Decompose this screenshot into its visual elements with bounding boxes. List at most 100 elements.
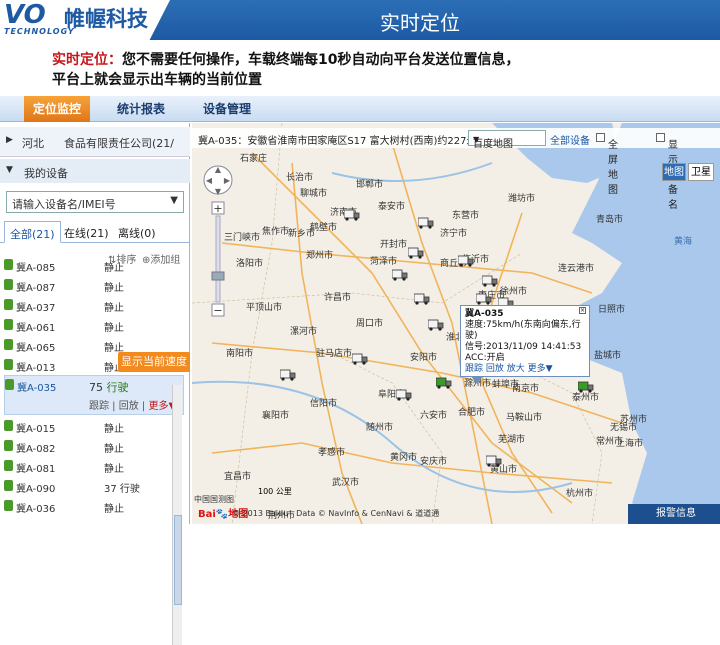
truck-marker-icon[interactable]: [481, 272, 498, 287]
map-provider-select[interactable]: 百度地图 ▼: [468, 130, 546, 150]
map-city-label: 邯郸市: [356, 180, 384, 190]
map-type-map[interactable]: 地图: [662, 163, 686, 181]
device-name: 冀A-036: [16, 504, 56, 515]
my-devices-header[interactable]: ▼ 我的设备: [0, 159, 190, 183]
device-search-input[interactable]: 请输入设备名/IMEI号 ▼: [6, 191, 184, 213]
all-devices-button[interactable]: 全部设备: [550, 132, 590, 147]
zoom-handle[interactable]: [211, 271, 225, 281]
fullscreen-toggle[interactable]: 全屏地图: [596, 132, 618, 196]
truck-marker-icon[interactable]: [407, 244, 424, 259]
zoom-slider[interactable]: [215, 215, 221, 303]
car-icon: [4, 420, 13, 431]
device-status: 静止: [104, 444, 124, 455]
truck-marker-icon[interactable]: [351, 350, 368, 365]
map-city-label: 东营市: [452, 211, 480, 221]
tab-online[interactable]: 在线(21): [64, 225, 109, 241]
truck-marker-icon[interactable]: [395, 386, 412, 401]
map-canvas[interactable]: [192, 123, 720, 524]
nav-tab-reports[interactable]: 统计报表: [108, 96, 174, 122]
map-type-satellite[interactable]: 卫星: [688, 163, 714, 181]
truck-marker-icon[interactable]: [457, 252, 474, 267]
device-status: 37 行驶: [104, 484, 140, 495]
collapse-arrow-icon[interactable]: ▼: [6, 165, 13, 175]
truck-marker-icon[interactable]: [343, 206, 360, 221]
tab-all[interactable]: 全部(21): [4, 221, 61, 243]
playback-link[interactable]: 回放: [119, 401, 139, 412]
device-row[interactable]: 冀A-081 静止: [4, 457, 184, 477]
nav-tab-monitor[interactable]: 定位监控: [24, 96, 90, 122]
device-name: 冀A-090: [16, 484, 56, 495]
map-city-label: 黄冈市: [390, 453, 418, 463]
device-row[interactable]: 冀A-087 静止: [4, 276, 184, 296]
car-icon: [4, 500, 13, 511]
truck-marker-icon[interactable]: [417, 214, 434, 229]
tab-offline[interactable]: 离线(0): [118, 225, 156, 241]
description-line1: 您不需要任何操作，车载终端每10秒自动向平台发送位置信息，: [122, 52, 520, 68]
car-icon: [4, 460, 13, 471]
truck-marker-icon[interactable]: [413, 290, 430, 305]
device-name: 冀A-015: [16, 424, 56, 435]
show-names-toggle[interactable]: 显示设备名: [656, 132, 678, 211]
popup-links[interactable]: 跟踪 回放 放大 更多▼: [465, 364, 585, 375]
svg-text:▶: ▶: [224, 176, 231, 185]
map-city-label: 马鞍山市: [506, 413, 543, 423]
map-city-label: 聊城市: [300, 189, 328, 199]
car-icon: [4, 299, 13, 310]
device-name: 冀A-061: [16, 323, 56, 334]
truck-marker-icon[interactable]: [577, 378, 594, 393]
map-city-label: 蚌埠市: [492, 380, 520, 390]
map-city-label: 泰安市: [378, 202, 406, 212]
device-status: 静止: [104, 263, 124, 274]
map-city-label: 潍坊市: [508, 194, 536, 204]
map-city-label: 芜湖市: [498, 435, 526, 445]
map-city-label: 连云港市: [558, 264, 595, 274]
close-icon[interactable]: ×: [579, 307, 586, 314]
map-copyright: © 2013 Baidu - Data © NavInfo & CenNavi …: [232, 509, 440, 518]
truck-marker-icon[interactable]: [475, 290, 492, 305]
map-city-label: 驻马店市: [316, 349, 353, 359]
scroll-thumb[interactable]: [174, 515, 182, 605]
company-row[interactable]: ▶ 河北 食品有限责任公司(21/: [0, 127, 190, 157]
car-icon: [5, 379, 14, 390]
map-city-label: 开封市: [380, 240, 408, 250]
device-row[interactable]: 冀A-036 静止: [4, 497, 184, 517]
expand-arrow-icon[interactable]: ▶: [6, 135, 13, 145]
chevron-down-icon[interactable]: ▼: [170, 195, 178, 206]
map-city-label: 长治市: [286, 173, 314, 183]
device-status: 静止: [104, 464, 124, 475]
truck-marker-icon[interactable]: [435, 374, 452, 389]
truck-marker-icon[interactable]: [391, 266, 408, 281]
device-status: 静止: [104, 283, 124, 294]
car-icon: [4, 279, 13, 290]
map-city-label: 周口市: [356, 319, 384, 329]
device-row[interactable]: 冀A-015 静止: [4, 417, 184, 437]
map-city-label: 南阳市: [226, 349, 254, 359]
device-row[interactable]: 冀A-082 静止: [4, 437, 184, 457]
device-row[interactable]: 冀A-090 37 行驶: [4, 477, 184, 497]
svg-text:+: +: [213, 202, 222, 215]
car-icon: [4, 339, 13, 350]
svg-text:−: −: [213, 304, 222, 317]
map-city-label: 宜昌市: [224, 472, 252, 482]
svg-text:◀: ◀: [206, 176, 213, 185]
map-city-label: 襄阳市: [262, 411, 290, 421]
device-row[interactable]: 冀A-085 静止: [4, 256, 184, 276]
logo-english: TECHNOLOGY: [4, 27, 75, 36]
device-name: 冀A-035: [17, 383, 57, 394]
device-row[interactable]: 冀A-037 静止: [4, 296, 184, 316]
sidebar-scrollbar[interactable]: [172, 385, 182, 645]
popup-speed: 速度:75km/h(东南向偏东,行驶): [465, 320, 581, 341]
device-name: 冀A-087: [16, 283, 56, 294]
nav-tab-devices[interactable]: 设备管理: [194, 96, 260, 122]
map-view[interactable]: [192, 123, 720, 524]
alarm-info-button[interactable]: 报警信息: [628, 504, 720, 524]
track-link[interactable]: 跟踪: [89, 401, 109, 412]
device-status: 静止: [104, 303, 124, 314]
truck-marker-icon[interactable]: [279, 366, 296, 381]
device-row[interactable]: 冀A-061 静止: [4, 316, 184, 336]
speed-callout: 显示当前速度: [118, 352, 190, 372]
truck-marker-icon[interactable]: [427, 316, 444, 331]
device-row-selected[interactable]: 冀A-035 75 行驶 跟踪 | 回放 | 更多▼: [4, 375, 184, 415]
map-city-label: 青岛市: [596, 215, 624, 225]
truck-marker-icon[interactable]: [485, 452, 502, 467]
